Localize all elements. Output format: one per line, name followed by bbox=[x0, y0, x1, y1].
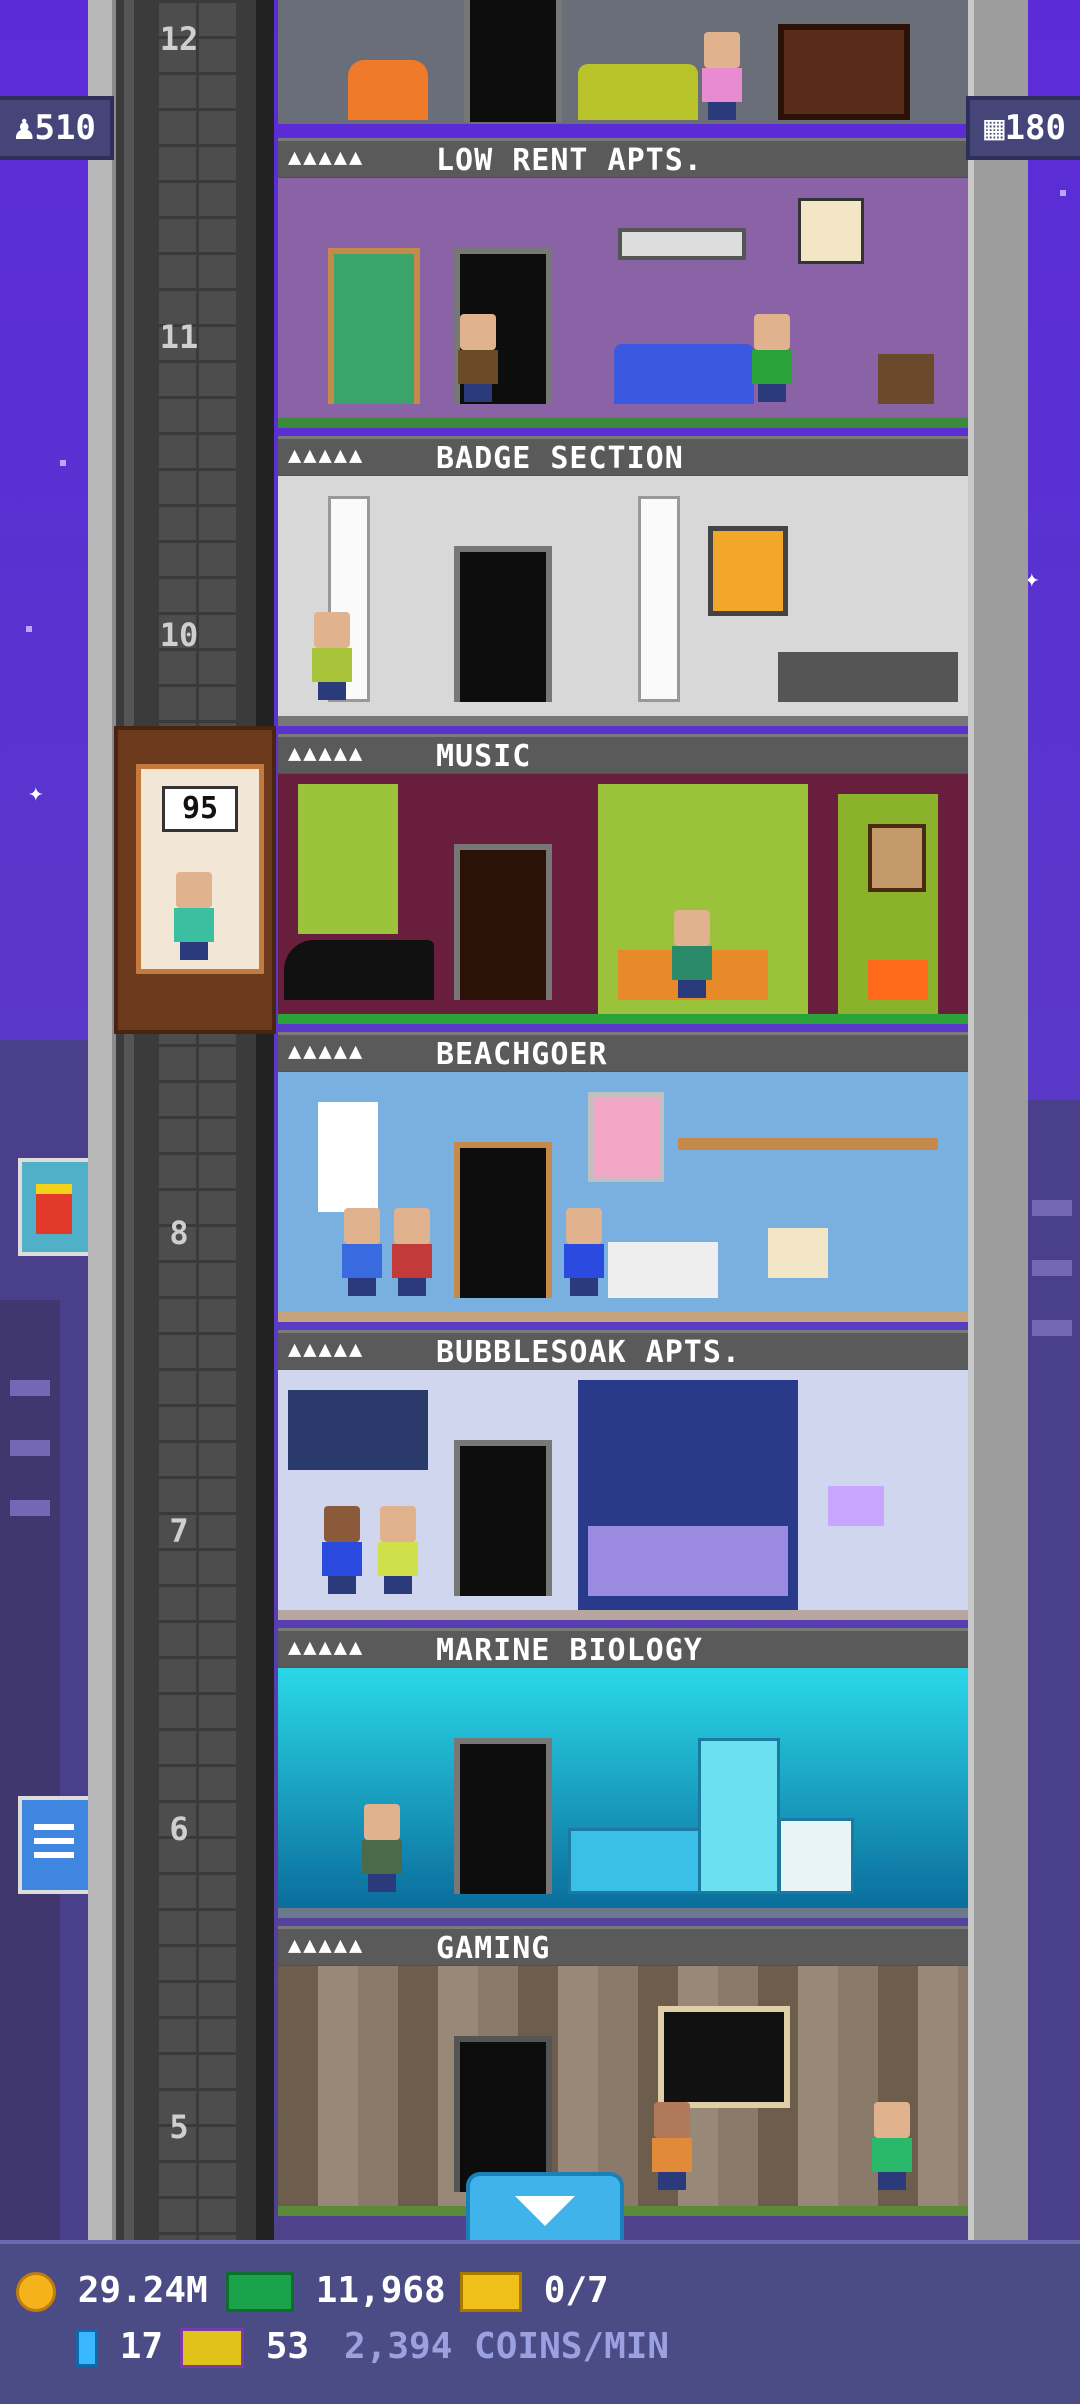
tickets-counter[interactable]: 0/7 bbox=[460, 2270, 609, 2312]
coins-value: 29.24M bbox=[77, 2270, 208, 2311]
ticket-icon bbox=[460, 2272, 522, 2312]
background-window bbox=[1032, 1320, 1072, 1336]
tickets-value: 0/7 bbox=[543, 2270, 609, 2311]
tower-frame-left bbox=[88, 0, 116, 2240]
chevron-down-icon bbox=[515, 2196, 575, 2226]
floor-bubblesoak-apts[interactable]: ▲▲▲▲▲ BUBBLESOAK APTS. bbox=[278, 1330, 968, 1628]
floors-counter[interactable]: ▦180 bbox=[966, 96, 1080, 160]
floor-marine-biology[interactable]: ▲▲▲▲▲ MARINE BIOLOGY bbox=[278, 1628, 968, 1926]
gems-value: 17 bbox=[119, 2326, 164, 2367]
floor-staff-indicator: ▲▲▲▲▲ bbox=[288, 145, 365, 170]
floor-badge-section[interactable]: ▲▲▲▲▲ BADGE SECTION bbox=[278, 436, 968, 734]
floor-number: 12 bbox=[159, 20, 199, 58]
floor-number: 5 bbox=[169, 2108, 189, 2146]
population-value: 510 bbox=[34, 108, 96, 148]
floor-number: 7 bbox=[169, 1512, 189, 1550]
vip-value: 53 bbox=[265, 2326, 310, 2367]
floor-12-room[interactable] bbox=[278, 0, 968, 124]
floor-number: 11 bbox=[159, 318, 199, 356]
star-icon: ✦ bbox=[28, 778, 44, 808]
floor-number: 6 bbox=[169, 1810, 189, 1848]
coin-rate: 2,394 COINS/MIN bbox=[344, 2326, 670, 2367]
tower-frame-right bbox=[968, 0, 1028, 2240]
elevator-passenger[interactable] bbox=[170, 872, 216, 960]
floor-name: LOW RENT APTS. bbox=[436, 143, 703, 178]
background-window bbox=[1032, 1260, 1072, 1276]
bux-counter[interactable]: 11,968 bbox=[226, 2270, 446, 2312]
floor-staff-indicator: ▲▲▲▲▲ bbox=[288, 1635, 365, 1660]
coin-icon bbox=[16, 2272, 56, 2312]
floor-number: 10 bbox=[159, 616, 199, 654]
floor-name: MARINE BIOLOGY bbox=[436, 1633, 703, 1668]
floor-staff-indicator: ▲▲▲▲▲ bbox=[288, 443, 365, 468]
background-window bbox=[10, 1380, 50, 1396]
floor-music[interactable]: ▲▲▲▲▲ MUSIC bbox=[278, 734, 968, 1032]
news-icon bbox=[34, 1824, 74, 1830]
star-dot bbox=[60, 460, 66, 466]
floor-name: GAMING bbox=[436, 1931, 551, 1966]
fries-event-button[interactable] bbox=[18, 1158, 92, 1256]
floors-value: 180 bbox=[1004, 108, 1066, 148]
vip-counter[interactable]: 53 bbox=[180, 2326, 309, 2368]
floor-name: BADGE SECTION bbox=[436, 441, 684, 476]
vip-ticket-icon bbox=[180, 2328, 244, 2368]
building-icon: ▦ bbox=[984, 108, 1005, 148]
floor-staff-indicator: ▲▲▲▲▲ bbox=[288, 1933, 365, 1958]
floor-staff-indicator: ▲▲▲▲▲ bbox=[288, 1337, 365, 1362]
population-counter[interactable]: ♟510 bbox=[0, 96, 114, 160]
bux-value: 11,968 bbox=[315, 2270, 446, 2311]
floor-name: BEACHGOER bbox=[436, 1037, 608, 1072]
bux-icon bbox=[226, 2272, 294, 2312]
floor-beachgoer[interactable]: ▲▲▲▲▲ BEACHGOER bbox=[278, 1032, 968, 1330]
person-icon: ♟ bbox=[14, 108, 35, 148]
gem-icon bbox=[76, 2329, 98, 2367]
floor-name: BUBBLESOAK APTS. bbox=[436, 1335, 741, 1370]
background-window bbox=[10, 1440, 50, 1456]
star-dot bbox=[1060, 190, 1066, 196]
news-button[interactable] bbox=[18, 1796, 92, 1894]
floor-staff-indicator: ▲▲▲▲▲ bbox=[288, 1039, 365, 1064]
floor-gaming[interactable]: ▲▲▲▲▲ GAMING bbox=[278, 1926, 968, 2224]
floor-staff-indicator: ▲▲▲▲▲ bbox=[288, 741, 365, 766]
background-window bbox=[1032, 1200, 1072, 1216]
background-window bbox=[10, 1500, 50, 1516]
star-dot bbox=[26, 626, 32, 632]
floor-number: 8 bbox=[169, 1214, 189, 1252]
resource-bar: 29.24M 11,968 0/7 17 53 2,394 COINS/MIN bbox=[0, 2240, 1080, 2404]
elevator-floor-indicator: 95 bbox=[162, 786, 238, 832]
tower: 12 11 10 8 7 6 5 ▲▲▲▲▲ LOW RENT APTS. ▲▲… bbox=[88, 0, 1028, 2240]
floor-name: MUSIC bbox=[436, 739, 532, 774]
floor-low-rent-apts[interactable]: ▲▲▲▲▲ LOW RENT APTS. bbox=[278, 138, 968, 436]
scroll-down-button[interactable] bbox=[466, 2172, 624, 2248]
fries-icon bbox=[36, 1184, 72, 1234]
elevator-car[interactable]: 95 bbox=[114, 726, 276, 1034]
